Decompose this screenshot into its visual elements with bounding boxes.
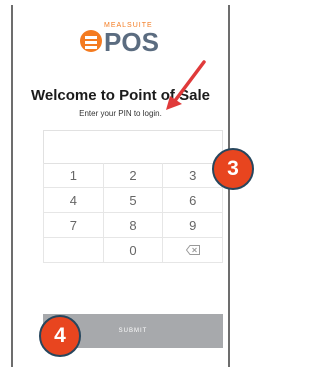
backspace-key[interactable] [163,238,224,262]
key-1[interactable]: 1 [43,163,104,187]
logo-glyph-icon [80,30,102,52]
key-7[interactable]: 7 [43,213,104,237]
numeric-keypad: 1 2 3 4 5 6 7 8 9 0 [43,163,224,263]
step-3-callout: 3 [212,148,254,190]
key-6[interactable]: 6 [163,188,224,212]
key-4[interactable]: 4 [43,188,104,212]
key-5[interactable]: 5 [104,188,164,212]
keypad-row: 1 2 3 [43,163,224,188]
logo-brand-big: POS [104,27,159,57]
step-4-callout: 4 [39,315,81,357]
key-9[interactable]: 9 [163,213,224,237]
key-2[interactable]: 2 [104,163,164,187]
key-0[interactable]: 0 [104,238,164,262]
keypad-row: 7 8 9 [43,213,224,238]
annotation-arrow-icon [166,60,206,110]
keypad-row: 4 5 6 [43,188,224,213]
key-empty [43,238,104,262]
key-8[interactable]: 8 [104,213,164,237]
pin-display-field[interactable] [43,130,223,164]
backspace-icon [185,245,200,255]
keypad-row: 0 [43,238,224,263]
